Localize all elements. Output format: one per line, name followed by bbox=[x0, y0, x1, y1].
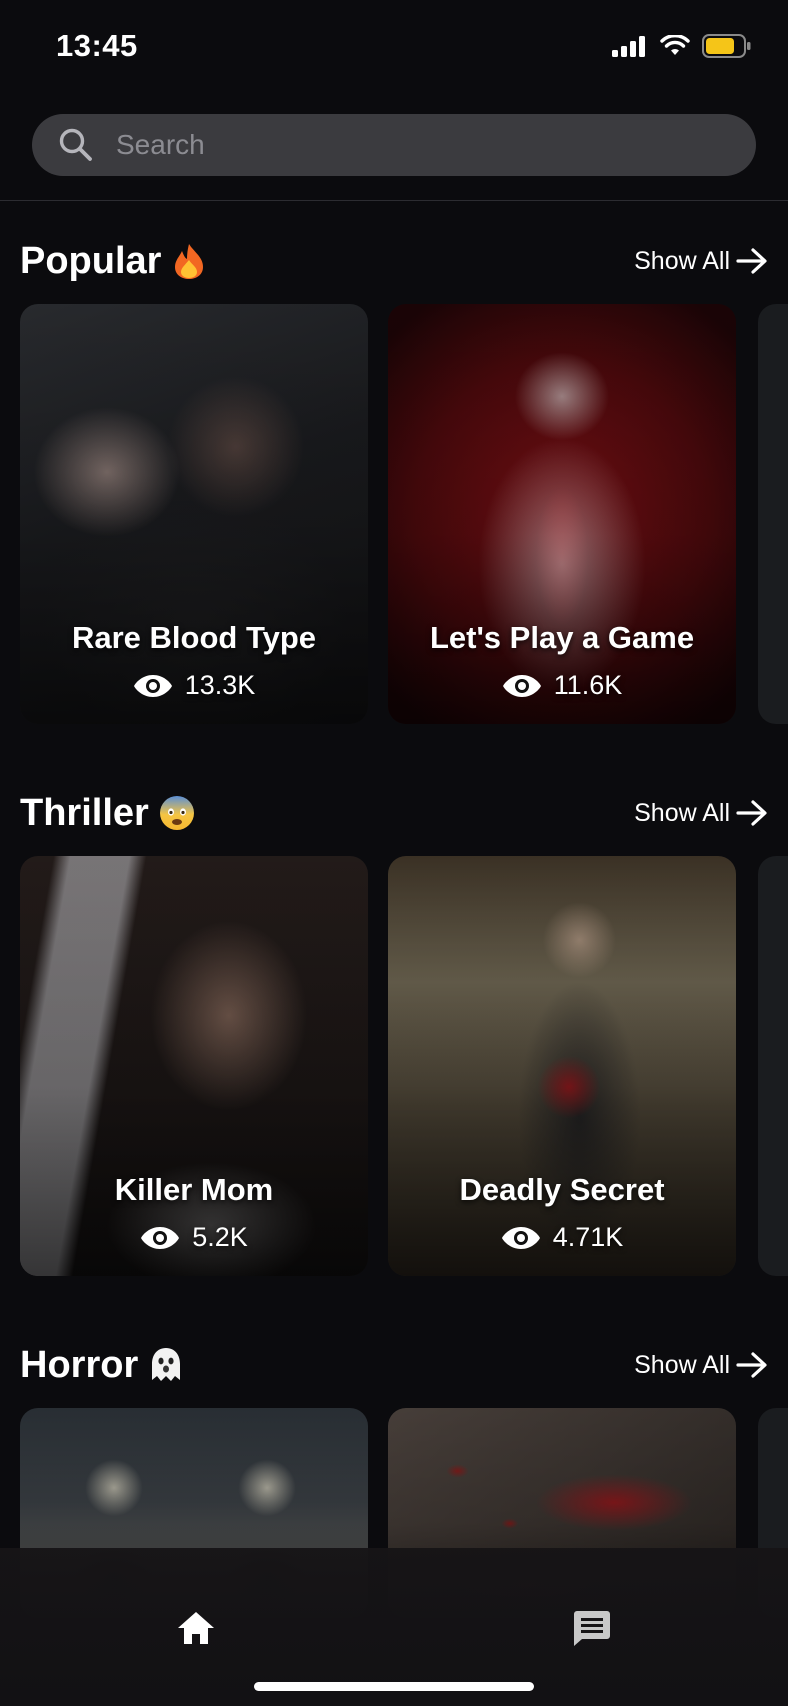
home-indicator bbox=[254, 1682, 534, 1691]
show-all-label: Show All bbox=[634, 246, 730, 275]
story-card[interactable]: Let's Play a Game 11.6K bbox=[388, 304, 736, 724]
section-header: Thriller Show All bbox=[20, 788, 768, 838]
eye-icon bbox=[502, 674, 541, 697]
ghost-emoji-icon bbox=[148, 1347, 184, 1383]
story-card[interactable]: Rare Blood Type 13.3K bbox=[20, 304, 368, 724]
status-time: 13:45 bbox=[56, 28, 138, 63]
card-views: 4.71K bbox=[388, 1222, 736, 1253]
view-count: 11.6K bbox=[553, 670, 623, 700]
card-title: Killer Mom bbox=[114, 1172, 274, 1207]
section-title-text: Popular bbox=[20, 239, 162, 282]
show-all-button[interactable]: Show All bbox=[634, 246, 768, 276]
section-title: Thriller bbox=[20, 792, 195, 835]
story-card[interactable]: Killer Mom 5.2K bbox=[20, 856, 368, 1276]
card-row: Rare Blood Type 13.3K Let's Play a Game bbox=[20, 304, 788, 724]
card-views: 5.2K bbox=[20, 1222, 368, 1253]
section-header: Popular Show All bbox=[20, 236, 768, 286]
view-count: 13.3K bbox=[184, 670, 256, 700]
arrow-right-icon bbox=[736, 248, 767, 274]
section-title-text: Horror bbox=[20, 1343, 139, 1386]
card-views: 13.3K bbox=[20, 670, 368, 701]
home-icon bbox=[178, 1612, 214, 1644]
status-icons bbox=[612, 34, 752, 58]
section-header: Horror Show All bbox=[20, 1340, 768, 1390]
eye-icon bbox=[501, 1226, 540, 1249]
story-card-peek[interactable] bbox=[758, 304, 788, 724]
status-bar: 13:45 bbox=[0, 0, 788, 96]
view-count: 5.2K bbox=[192, 1222, 248, 1252]
fire-emoji-icon bbox=[171, 243, 207, 279]
nav-chat[interactable] bbox=[562, 1600, 622, 1656]
wifi-icon bbox=[660, 35, 690, 55]
show-all-button[interactable]: Show All bbox=[634, 1350, 768, 1380]
signal-icon bbox=[612, 36, 645, 57]
section-title: Popular bbox=[20, 240, 207, 283]
show-all-label: Show All bbox=[634, 798, 730, 827]
section-title-text: Thriller bbox=[20, 791, 149, 834]
card-title: Deadly Secret bbox=[459, 1172, 665, 1207]
fearful-face-emoji-icon bbox=[159, 795, 195, 831]
header-divider bbox=[0, 200, 788, 201]
show-all-label: Show All bbox=[634, 1350, 730, 1379]
arrow-right-icon bbox=[736, 800, 767, 826]
view-count: 4.71K bbox=[552, 1222, 624, 1252]
search-icon bbox=[59, 128, 92, 161]
section-title: Horror bbox=[20, 1344, 184, 1387]
card-row: Killer Mom 5.2K Deadly Secret 4.71K bbox=[20, 856, 788, 1276]
card-views: 11.6K bbox=[388, 670, 736, 701]
nav-home[interactable] bbox=[166, 1600, 226, 1656]
show-all-button[interactable]: Show All bbox=[634, 798, 768, 828]
arrow-right-icon bbox=[736, 1352, 767, 1378]
story-card-peek[interactable] bbox=[758, 856, 788, 1276]
eye-icon bbox=[141, 1226, 180, 1249]
battery-icon bbox=[702, 34, 751, 58]
chat-icon bbox=[574, 1611, 610, 1646]
eye-icon bbox=[133, 674, 172, 697]
card-title: Rare Blood Type bbox=[71, 620, 317, 655]
story-card[interactable]: Deadly Secret 4.71K bbox=[388, 856, 736, 1276]
search-input[interactable] bbox=[116, 129, 676, 161]
card-title: Let's Play a Game bbox=[429, 620, 695, 655]
search-bar[interactable] bbox=[32, 114, 756, 176]
